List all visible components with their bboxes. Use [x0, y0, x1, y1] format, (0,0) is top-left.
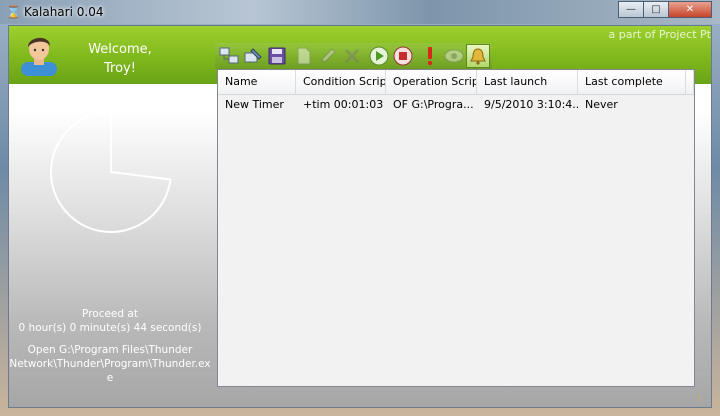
- network-edit-icon[interactable]: [241, 44, 265, 68]
- play-icon[interactable]: [367, 44, 391, 68]
- maximize-button[interactable]: □: [643, 1, 669, 18]
- list-header: Name Condition Script Operation Script L…: [218, 70, 694, 95]
- toolbar: [215, 43, 492, 69]
- open-action-line: e: [106, 372, 114, 384]
- timer-list[interactable]: Name Condition Script Operation Script L…: [217, 69, 695, 387]
- app-window: ⌛ Kalahari 0.04 — □ ✕ Welcome, Troy! a p…: [0, 0, 720, 416]
- list-item[interactable]: New Timer +tim 00:01:03 OF G:\Progra... …: [218, 96, 694, 114]
- save-icon[interactable]: [265, 44, 289, 68]
- window-controls: — □ ✕: [618, 1, 712, 19]
- view-eye-icon[interactable]: [442, 44, 466, 68]
- open-action-line: Open G:\Program Files\Thunder: [27, 344, 193, 356]
- cell-last-launch: 9/5/2010 3:10:4...: [484, 98, 578, 111]
- window-title: Kalahari 0.04: [24, 5, 104, 19]
- user-name: Troy!: [104, 61, 136, 76]
- welcome-text: Welcome, Troy!: [65, 40, 175, 78]
- hourglass-icon: ⌛: [6, 5, 21, 19]
- cell-operation: OF G:\Progra...: [393, 98, 474, 111]
- open-action-info: Open G:\Program Files\Thunder Network\Th…: [9, 343, 211, 385]
- edit-pencil-icon[interactable]: [316, 44, 340, 68]
- proceed-info: Proceed at 0 hour(s) 0 minute(s) 44 seco…: [9, 307, 211, 335]
- project-tagline: a part of Project Pt: [608, 28, 711, 41]
- minimize-button[interactable]: —: [618, 1, 644, 18]
- network-icon[interactable]: [217, 44, 241, 68]
- countdown-pie-chart: [49, 110, 172, 233]
- stop-icon[interactable]: [391, 44, 415, 68]
- column-header-filler: [686, 70, 694, 94]
- title-bar[interactable]: ⌛ Kalahari 0.04 — □ ✕: [0, 0, 720, 24]
- delete-cross-icon[interactable]: [340, 44, 364, 68]
- remaining-time: 0 hour(s) 0 minute(s) 44 second(s): [18, 322, 202, 334]
- column-header-operation[interactable]: Operation Script: [386, 70, 477, 94]
- column-header-name[interactable]: Name: [218, 70, 296, 94]
- client-area: Welcome, Troy! a part of Project Pt Proc…: [8, 25, 712, 408]
- close-button[interactable]: ✕: [668, 1, 712, 18]
- timer-panel: Proceed at 0 hour(s) 0 minute(s) 44 seco…: [9, 84, 215, 407]
- new-document-icon[interactable]: [292, 44, 316, 68]
- column-header-last-launch[interactable]: Last launch: [477, 70, 578, 94]
- user-avatar-icon: [21, 37, 57, 76]
- welcome-line: Welcome,: [88, 42, 152, 57]
- resize-grip[interactable]: ⁞: [698, 394, 708, 404]
- bell-icon[interactable]: [466, 44, 490, 68]
- open-action-line: Network\Thunder\Program\Thunder.ex: [9, 358, 211, 370]
- column-header-condition[interactable]: Condition Script: [296, 70, 386, 94]
- alert-exclamation-icon[interactable]: [418, 44, 442, 68]
- column-header-last-complete[interactable]: Last complete: [578, 70, 686, 94]
- proceed-label: Proceed at: [82, 308, 138, 320]
- cell-condition: +tim 00:01:03: [303, 98, 384, 111]
- cell-last-complete: Never: [585, 98, 618, 111]
- cell-name: New Timer: [225, 98, 284, 111]
- countdown-pie-slice: [49, 110, 172, 233]
